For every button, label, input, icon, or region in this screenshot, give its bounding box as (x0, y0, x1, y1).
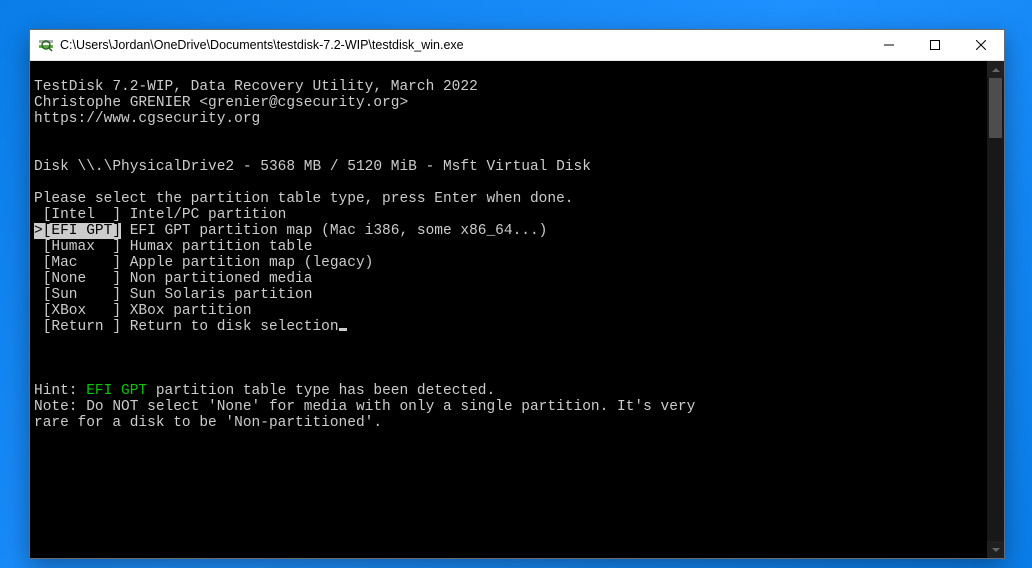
vertical-scrollbar[interactable] (987, 61, 1004, 558)
option-none[interactable]: [None ] Non partitioned media (34, 271, 983, 287)
option-efi-gpt[interactable]: >[EFI GPT] EFI GPT partition map (Mac i3… (34, 223, 983, 239)
note-line-2: rare for a disk to be 'Non-partitioned'. (34, 415, 382, 431)
disk-info: Disk \\.\PhysicalDrive2 - 5368 MB / 5120… (34, 159, 591, 175)
window-controls (866, 30, 1004, 60)
option-humax[interactable]: [Humax ] Humax partition table (34, 239, 983, 255)
app-icon (38, 37, 54, 53)
close-button[interactable] (958, 30, 1004, 60)
chevron-down-icon (992, 548, 1000, 552)
window-title: C:\Users\Jordan\OneDrive\Documents\testd… (60, 38, 866, 52)
header-line-3: https://www.cgsecurity.org (34, 111, 260, 127)
hint-line: Hint: EFI GPT partition table type has b… (34, 383, 495, 399)
maximize-button[interactable] (912, 30, 958, 60)
scrollbar-down-button[interactable] (987, 541, 1004, 558)
app-window: C:\Users\Jordan\OneDrive\Documents\testd… (29, 29, 1005, 559)
header-line-2: Christophe GRENIER <grenier@cgsecurity.o… (34, 95, 408, 111)
prompt-text: Please select the partition table type, … (34, 191, 574, 207)
option-sun[interactable]: [Sun ] Sun Solaris partition (34, 287, 983, 303)
option-mac[interactable]: [Mac ] Apple partition map (legacy) (34, 255, 983, 271)
titlebar: C:\Users\Jordan\OneDrive\Documents\testd… (30, 30, 1004, 61)
scrollbar-up-button[interactable] (987, 61, 1004, 78)
header-line-1: TestDisk 7.2-WIP, Data Recovery Utility,… (34, 79, 478, 95)
scrollbar-thumb[interactable] (989, 78, 1002, 138)
note-line-1: Note: Do NOT select 'None' for media wit… (34, 399, 695, 415)
option-return[interactable]: [Return ] Return to disk selection (34, 319, 983, 335)
console-area: TestDisk 7.2-WIP, Data Recovery Utility,… (30, 61, 1004, 558)
option-xbox[interactable]: [XBox ] XBox partition (34, 303, 983, 319)
cursor (339, 328, 347, 331)
option-intel[interactable]: [Intel ] Intel/PC partition (34, 207, 983, 223)
minimize-button[interactable] (866, 30, 912, 60)
chevron-up-icon (992, 68, 1000, 72)
console-output[interactable]: TestDisk 7.2-WIP, Data Recovery Utility,… (30, 61, 987, 558)
